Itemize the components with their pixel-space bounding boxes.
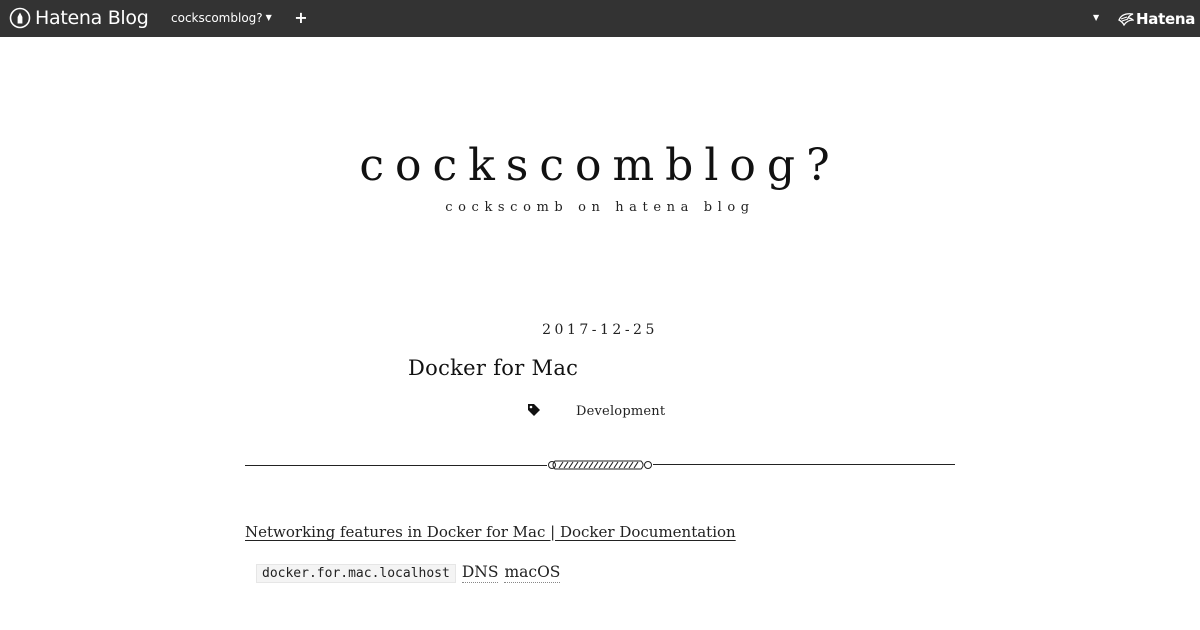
category-link[interactable]: Development [576, 404, 665, 419]
blog-title-link[interactable]: cockscomblog? [359, 140, 840, 191]
hatena-label: Hatena [1136, 10, 1196, 28]
add-entry-button[interactable]: + [293, 9, 309, 27]
entry-date[interactable]: 2017-12-25 [0, 322, 1200, 338]
entry-title[interactable]: Docker for Mac [408, 356, 578, 380]
code-snippet: docker.for.mac.localhost [256, 563, 456, 583]
global-header: Hatena Blog cockscomblog? ▼ + ▼ Hatena [0, 0, 1200, 37]
blog-switcher-label: cockscomblog? [171, 11, 263, 25]
hatena-account-menu[interactable]: Hatena [1118, 10, 1195, 28]
blog-title: cockscomblog? [0, 140, 1200, 191]
blog-description: cockscomb on hatena blog [445, 200, 755, 215]
chevron-down-icon[interactable]: ▼ [1093, 13, 1099, 22]
hatena-blog-logo[interactable]: Hatena Blog [9, 6, 149, 30]
hatena-bird-icon [1118, 13, 1134, 26]
divider-ornament [245, 460, 955, 470]
keyword-link[interactable]: macOS [504, 563, 561, 583]
blog-switcher-menu[interactable]: cockscomblog? ▼ [171, 11, 272, 25]
docker-docs-link[interactable]: Networking features in Docker for Mac | … [245, 523, 736, 541]
entry-keywords: docker.for.mac.localhost DNS macOS [256, 563, 561, 583]
keyword-link[interactable]: DNS [461, 563, 499, 583]
chevron-down-icon: ▼ [265, 13, 272, 22]
brand-label: Hatena Blog [35, 7, 149, 29]
tag-icon [528, 404, 540, 416]
hatena-blog-pen-icon [9, 7, 31, 29]
